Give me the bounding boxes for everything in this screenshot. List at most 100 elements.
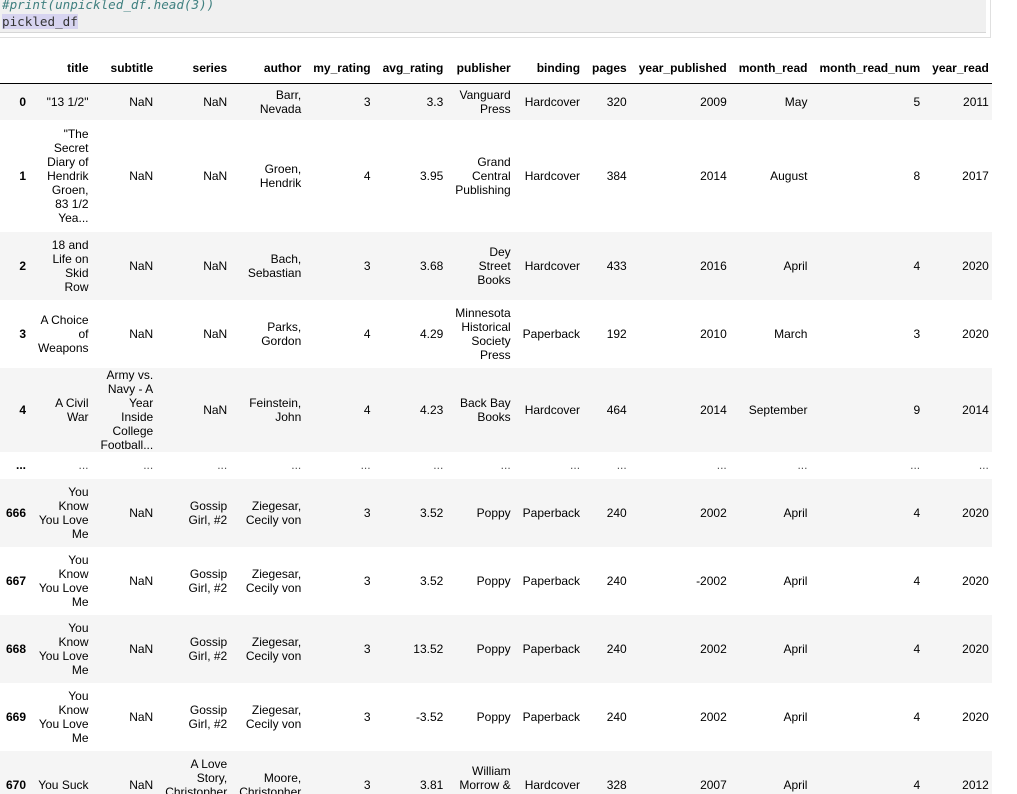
cell-binding: Paperback xyxy=(522,641,581,656)
cell-year-read: 2017 xyxy=(962,168,989,183)
cell-series: NaN xyxy=(203,326,228,341)
cell-author: Moore, Christopher xyxy=(239,770,302,794)
cell-subtitle: NaN xyxy=(129,94,154,109)
cell-month-read: April xyxy=(783,505,808,520)
cell-month-read: May xyxy=(784,94,808,109)
table-row: 2 18 and Life on Skid Row NaN NaN Bach, Seba… xyxy=(0,231,992,300)
row-index: 669 xyxy=(6,709,27,724)
column-header-year-read: year_read xyxy=(926,52,992,84)
cell-pages: 240 xyxy=(606,709,627,724)
table-row: 3 A Choice of Weapons NaN NaN Parks, Gordon 4… xyxy=(0,299,992,368)
cell-avg-rating: 3.68 xyxy=(419,258,444,273)
cell-subtitle: NaN xyxy=(129,641,154,656)
cell-pages: 433 xyxy=(606,258,627,273)
cell-pages: 240 xyxy=(606,505,627,520)
cell-title: You Suck xyxy=(38,777,89,792)
column-header-month-read-num: month_read_num xyxy=(813,52,927,84)
cell-avg-rating: 4.29 xyxy=(419,326,444,341)
cell-year-published: 2009 xyxy=(700,94,727,109)
cell-month-read: April xyxy=(783,709,808,724)
cell-pages: ... xyxy=(616,458,627,472)
cell-author: Barr, Nevada xyxy=(259,87,302,116)
cell-year-read: ... xyxy=(978,458,989,472)
cell-series: ... xyxy=(217,458,228,472)
cell-my-rating: 3 xyxy=(363,777,371,792)
row-index: 667 xyxy=(6,573,27,588)
cell-title: You Know You Love Me xyxy=(38,484,89,541)
cell-binding: ... xyxy=(570,458,581,472)
cell-author: ... xyxy=(291,458,302,472)
cell-author: Feinstein, John xyxy=(249,395,302,424)
row-index: 3 xyxy=(19,326,27,341)
row-index: 670 xyxy=(6,777,27,792)
row-index: 4 xyxy=(19,402,27,417)
cell-my-rating: 3 xyxy=(363,505,371,520)
cell-publisher: Poppy xyxy=(476,709,511,724)
cell-title: A Civil War xyxy=(55,395,89,424)
cell-avg-rating: 13.52 xyxy=(413,641,444,656)
cell-avg-rating: -3.52 xyxy=(415,709,444,724)
cell-title: "The Secret Diary of Hendrik Groen, 83 1… xyxy=(47,126,89,225)
cell-author: Ziegesar, Cecily von xyxy=(245,634,302,663)
cell-binding: Paperback xyxy=(522,505,581,520)
cell-month-read-num: 8 xyxy=(913,168,921,183)
header-row: title subtitle series author my_rating avg_ra… xyxy=(0,52,992,84)
cell-series: NaN xyxy=(203,258,228,273)
cell-title: A Choice of Weapons xyxy=(38,312,89,355)
code-expression-line: pickled_df xyxy=(2,14,78,30)
cell-year-published: ... xyxy=(716,458,727,472)
cell-year-published: 2007 xyxy=(700,777,727,792)
cell-binding: Hardcover xyxy=(524,94,581,109)
cell-my-rating: ... xyxy=(360,458,371,472)
cell-year-published: 2002 xyxy=(700,505,727,520)
cell-series: Gossip Girl, #2 xyxy=(188,498,228,527)
column-header-binding: binding xyxy=(516,52,587,84)
cell-publisher: Back Bay Books xyxy=(459,395,511,424)
cell-my-rating: 3 xyxy=(363,573,371,588)
code-cell[interactable]: #print(unpickled_df.head(3)) pickled_df xyxy=(0,0,991,38)
table-row: 668 You Know You Love Me NaN Gossip Girl, #… xyxy=(0,614,992,683)
cell-series: NaN xyxy=(203,94,228,109)
cell-year-read: 2014 xyxy=(962,402,989,417)
cell-year-read: 2012 xyxy=(962,777,989,792)
cell-author: Ziegesar, Cecily von xyxy=(245,566,302,595)
cell-year-read: 2011 xyxy=(963,94,989,109)
cell-subtitle: Army vs. Navy - A Year Inside College Fo… xyxy=(100,367,154,452)
cell-series: A Love Story, Christopher Moore xyxy=(165,756,228,794)
cell-month-read-num: ... xyxy=(910,458,921,472)
cell-month-read-num: 4 xyxy=(913,709,921,724)
cell-title: You Know You Love Me xyxy=(38,688,89,745)
cell-year-published: 2010 xyxy=(700,326,727,341)
cell-publisher: Poppy xyxy=(476,505,511,520)
cell-pages: 328 xyxy=(606,777,627,792)
cell-publisher: Dey Street Books xyxy=(477,244,511,287)
row-index: ... xyxy=(16,458,27,472)
cell-month-read: August xyxy=(770,168,808,183)
cell-pages: 384 xyxy=(606,168,627,183)
cell-series: Gossip Girl, #2 xyxy=(188,566,228,595)
cell-publisher: William Morrow & Company xyxy=(459,763,511,794)
row-index: 668 xyxy=(6,641,27,656)
cell-avg-rating: ... xyxy=(433,458,444,472)
column-header-subtitle: subtitle xyxy=(94,52,160,84)
cell-month-read-num: 4 xyxy=(913,258,921,273)
cell-binding: Hardcover xyxy=(524,258,581,273)
cell-subtitle: NaN xyxy=(129,168,154,183)
cell-pages: 320 xyxy=(606,94,627,109)
cell-subtitle: NaN xyxy=(129,777,154,792)
cell-publisher: Poppy xyxy=(476,641,511,656)
cell-month-read: April xyxy=(783,641,808,656)
cell-month-read-num: 4 xyxy=(913,505,921,520)
cell-month-read: April xyxy=(783,258,808,273)
cell-year-published: 2014 xyxy=(700,402,727,417)
cell-pages: 240 xyxy=(606,573,627,588)
cell-series: Gossip Girl, #2 xyxy=(188,702,228,731)
cell-subtitle: NaN xyxy=(129,573,154,588)
cell-year-read: 2020 xyxy=(962,326,989,341)
cell-publisher: ... xyxy=(500,458,511,472)
cell-binding: Paperback xyxy=(522,573,581,588)
cell-my-rating: 4 xyxy=(363,326,371,341)
cell-publisher: Vanguard Press xyxy=(459,87,511,116)
column-header-series: series xyxy=(159,52,234,84)
cell-title: You Know You Love Me xyxy=(38,620,89,677)
